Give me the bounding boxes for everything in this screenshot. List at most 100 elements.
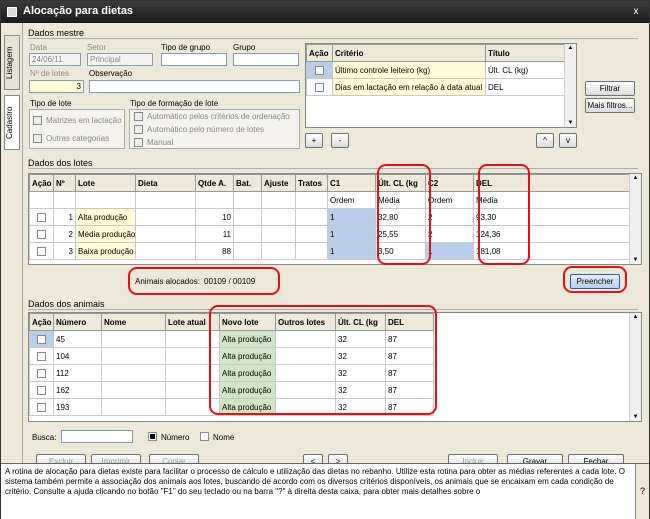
- animals-col-acao: Ação: [29, 313, 54, 331]
- move-up-button[interactable]: ^: [536, 133, 554, 148]
- lot-ajuste[interactable]: [261, 225, 296, 243]
- lots-scrollbar[interactable]: ▲ ▼: [629, 174, 641, 264]
- lot-dieta[interactable]: [135, 225, 196, 243]
- lot-row-checkbox[interactable]: [37, 212, 46, 222]
- move-down-button[interactable]: v: [559, 133, 577, 148]
- highlight-animais-alocados: [128, 267, 280, 295]
- lot-name[interactable]: Média produção: [75, 225, 136, 243]
- lots-col-tratos: Tratos: [295, 174, 328, 192]
- lot-c2[interactable]: 2: [425, 225, 474, 243]
- lot-row-checkbox[interactable]: [37, 246, 46, 256]
- lot-n: 1: [53, 208, 76, 226]
- setor-select[interactable]: Principal: [87, 53, 153, 66]
- criteria-row-checkbox[interactable]: [315, 82, 324, 92]
- animals-scrollbar[interactable]: ▲ ▼: [629, 313, 641, 421]
- animal-row-checkbox[interactable]: [37, 402, 46, 412]
- highlight-ultcl-column: [377, 164, 431, 265]
- help-question-button[interactable]: ?: [635, 464, 649, 519]
- grupo-select[interactable]: [233, 53, 299, 66]
- matrizes-label: Matrizes em lactação: [46, 116, 122, 125]
- lot-n: 3: [53, 242, 76, 260]
- formacao-manual-radio[interactable]: [134, 138, 143, 147]
- criteria-scrollbar[interactable]: ▲ ▼: [564, 44, 576, 127]
- tab-listagem[interactable]: Listagem: [4, 35, 20, 90]
- lot-qtde: 10: [195, 208, 234, 226]
- lot-bat[interactable]: [233, 242, 262, 260]
- lots-col-qtde: Qtde A.: [195, 174, 234, 192]
- formacao-numero-radio[interactable]: [134, 125, 143, 134]
- lot-ajuste[interactable]: [261, 242, 296, 260]
- criteria-criterio[interactable]: Último controle leiteiro (kg): [332, 61, 486, 79]
- outras-label: Outras categorias: [46, 134, 110, 143]
- n-lotes-label: Nº de lotes: [30, 69, 69, 78]
- close-icon[interactable]: x: [629, 5, 643, 19]
- criteria-row[interactable]: Dias em lactação em relação à data atual…: [306, 78, 566, 96]
- lot-n: 2: [53, 225, 76, 243]
- lot-c1[interactable]: 1: [327, 208, 376, 226]
- lot-bat[interactable]: [233, 208, 262, 226]
- lot-c2[interactable]: 2: [425, 208, 474, 226]
- lot-row-checkbox[interactable]: [37, 229, 46, 239]
- lots-col-c1: C1: [327, 174, 376, 192]
- grupo-label: Grupo: [233, 43, 256, 52]
- data-field[interactable]: 24/06/11: [29, 53, 81, 66]
- animal-nome: [101, 398, 166, 416]
- animal-nome: [101, 381, 166, 399]
- animal-row-checkbox[interactable]: [37, 334, 46, 344]
- criteria-criterio[interactable]: Dias em lactação em relação à data atual: [332, 78, 486, 96]
- criteria-col-acao: Ação: [306, 44, 333, 62]
- mais-filtros-button[interactable]: Mais filtros...: [585, 98, 635, 113]
- lot-c2[interactable]: 1: [425, 242, 474, 260]
- lot-qtde: 88: [195, 242, 234, 260]
- lot-dieta[interactable]: [135, 242, 196, 260]
- lot-tratos[interactable]: [295, 225, 328, 243]
- lot-row[interactable]: 1 Alta produção 10 1 32,80 2 93,30: [29, 208, 632, 226]
- remove-criteria-button[interactable]: -: [331, 133, 349, 148]
- highlight-animal-columns: [209, 305, 437, 415]
- lots-col-dieta: Dieta: [135, 174, 196, 192]
- lot-row[interactable]: 2 Média produção 11 1 25,55 2 124,36: [29, 225, 632, 243]
- lot-qtde: 11: [195, 225, 234, 243]
- lot-tratos[interactable]: [295, 242, 328, 260]
- busca-input[interactable]: [61, 430, 133, 443]
- n-lotes-field[interactable]: 3: [29, 80, 84, 93]
- matrizes-checkbox[interactable]: [33, 116, 42, 125]
- lot-bat[interactable]: [233, 225, 262, 243]
- outras-checkbox[interactable]: [33, 134, 42, 143]
- formacao-manual-label: Manual: [147, 138, 174, 147]
- lot-c1[interactable]: 1: [327, 242, 376, 260]
- observacao-field[interactable]: [89, 80, 300, 93]
- numero-radio-label: Número: [161, 433, 190, 442]
- lot-ajuste[interactable]: [261, 208, 296, 226]
- criteria-row[interactable]: Último controle leiteiro (kg) Últ. CL (k…: [306, 61, 566, 79]
- criteria-titulo[interactable]: DEL: [485, 78, 566, 96]
- animal-row-checkbox[interactable]: [37, 351, 46, 361]
- add-criteria-button[interactable]: +: [305, 133, 323, 148]
- tab-cadastro[interactable]: Cadastro: [4, 95, 20, 150]
- formacao-criterios-label: Automático pelos critérios de ordenação: [147, 112, 290, 121]
- animal-nome: [101, 330, 166, 348]
- formacao-criterios-radio[interactable]: [134, 112, 143, 121]
- filtrar-button[interactable]: Filtrar: [585, 81, 635, 96]
- tipo-grupo-select[interactable]: [161, 53, 227, 66]
- criteria-titulo[interactable]: Últ. CL (kg): [485, 61, 566, 79]
- animal-numero: 193: [53, 398, 102, 416]
- animal-row-checkbox[interactable]: [37, 368, 46, 378]
- lot-name[interactable]: Alta produção: [75, 208, 136, 226]
- lot-tratos[interactable]: [295, 208, 328, 226]
- criteria-row-checkbox[interactable]: [315, 65, 324, 75]
- lot-row[interactable]: 3 Baixa produção 88 1 3,50 1 181,08: [29, 242, 632, 260]
- tipo-lote-box: [29, 109, 125, 149]
- lot-c1[interactable]: 1: [327, 225, 376, 243]
- lot-dieta[interactable]: [135, 208, 196, 226]
- lots-table: Ação Nº Lote Dieta Qtde A. Bat. Ajuste T…: [28, 173, 642, 265]
- nome-radio[interactable]: [200, 432, 209, 441]
- tipo-grupo-label: Tipo de grupo: [161, 43, 211, 52]
- animals-col-numero: Número: [53, 313, 102, 331]
- animals-col-nome: Nome: [101, 313, 166, 331]
- numero-radio[interactable]: [148, 432, 157, 441]
- criteria-table: Ação Critério Título Último controle lei…: [305, 43, 577, 128]
- lots-sub-ordem-c1: Ordem: [327, 191, 376, 209]
- lot-name[interactable]: Baixa produção: [75, 242, 136, 260]
- animal-row-checkbox[interactable]: [37, 385, 46, 395]
